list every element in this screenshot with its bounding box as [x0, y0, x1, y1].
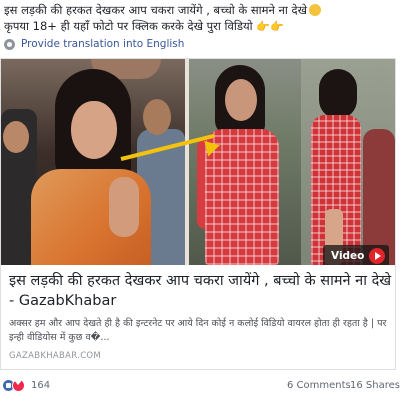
- shares-count[interactable]: 16 Shares: [350, 380, 400, 391]
- link-title[interactable]: इस लड़की की हरकत देखकर आप चकरा जायेंगे ,…: [9, 271, 393, 311]
- surprised-emoji-icon: [309, 4, 322, 16]
- video-badge[interactable]: Video: [323, 245, 390, 265]
- link-description: अक्सर हम और आप देखते ही है की इन्टरनेट प…: [9, 318, 387, 343]
- love-icon: [12, 378, 25, 392]
- video-badge-label: Video: [331, 250, 365, 262]
- comments-count[interactable]: 6 Comments: [287, 380, 351, 391]
- link-preview-card[interactable]: Video इस लड़की की हरकत देखकर आप चकरा जाय…: [0, 58, 396, 370]
- post-footer: 164 6 Comments 16 Shares: [0, 376, 400, 394]
- girl3-hair: [319, 69, 357, 119]
- crowd-face-left: [3, 121, 29, 153]
- pointing-hand-icon: 👉👉: [256, 20, 284, 33]
- girl-face: [71, 101, 117, 159]
- reactions-count: 164: [31, 379, 51, 391]
- girl-arm: [109, 177, 139, 237]
- link-domain: GAZABKHABAR.COM: [9, 351, 102, 361]
- photo-divider: [185, 59, 189, 265]
- post-text-line2: कृपया 18+ ही यहाँ फोटो पर क्लिक करके देख…: [4, 19, 284, 33]
- gear-icon: [4, 38, 15, 50]
- preview-image[interactable]: Video: [1, 59, 395, 265]
- post-text: इस लड़की की हरकत देखकर आप चकरा जायेंगे ,…: [4, 2, 404, 35]
- reactions[interactable]: 164: [2, 378, 51, 392]
- crowd-face-right: [143, 99, 171, 135]
- post-text-line1: इस लड़की की हरकत देखकर आप चकरा जायेंगे ,…: [4, 2, 404, 18]
- play-icon[interactable]: [369, 248, 386, 264]
- translate-link[interactable]: Provide translation into English: [4, 38, 184, 50]
- girl2-face: [225, 79, 257, 121]
- translate-label: Provide translation into English: [21, 38, 185, 50]
